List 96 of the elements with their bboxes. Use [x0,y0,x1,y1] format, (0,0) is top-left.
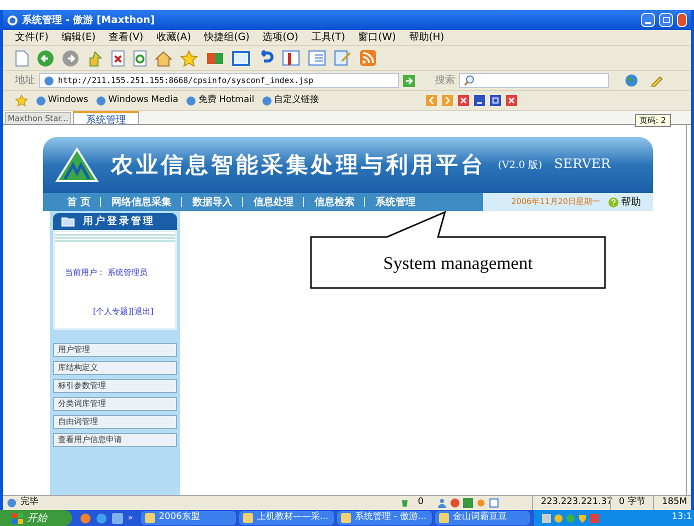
tray-icon [590,514,599,522]
next-icon[interactable] [442,95,453,106]
nav-link[interactable]: 系统管理 [375,194,416,210]
status-count: 0 [418,496,425,510]
menu-item[interactable]: 工具(T) [311,30,346,45]
panel-link[interactable]: [退出] [131,306,154,318]
columns-icon[interactable] [282,50,300,66]
callout-text: System management [383,252,533,275]
back-icon[interactable] [37,50,54,66]
version-label: (V2.0 版) [498,158,542,172]
page-icon [96,96,106,106]
address-field[interactable]: http://211.155.251.155:8668/cpsinfo/sysconf_index.jsp [39,73,399,88]
rss-icon[interactable] [360,50,376,66]
refresh-icon[interactable] [133,50,147,66]
taskbar-button[interactable]: 2006东盟 [140,511,236,525]
more-button[interactable]: » [128,512,133,524]
close-button[interactable] [677,13,687,27]
person-icon [436,498,447,508]
date-text: 2006年11月20日星期一 [511,196,600,208]
sidebar-item[interactable]: 标引参数管理 [53,379,177,393]
pencil-icon[interactable] [650,74,663,87]
folder-icon [61,216,75,227]
taskbar-button[interactable]: 上机教材——采... [238,511,334,525]
app-icon [438,513,449,523]
menu-item[interactable]: 文件(F) [15,30,49,45]
menu-item[interactable]: 编辑(E) [62,30,96,45]
panel-link[interactable]: [个人专题] [93,306,132,318]
platform-title: 农业信息智能采集处理与利用平台 [111,152,486,180]
taskbar-button[interactable]: 金山词霸豆豆 [434,511,530,525]
window-title: 系统管理 - 傲游 [Maxthon] [22,14,155,28]
nav-link[interactable]: 首 页 [67,194,90,210]
new-page-icon[interactable] [15,50,29,66]
tab[interactable]: 系统管理 [73,111,139,124]
help-icon [608,196,619,208]
taskbar-button[interactable]: 系统管理 - 傲游... [336,511,432,525]
forward-icon[interactable] [62,50,79,66]
tab[interactable]: Maxthon Star... [5,112,71,124]
page-icon [262,96,272,106]
go-icon[interactable] [403,74,415,86]
favorite-link[interactable]: 免费 Hotmail [186,94,254,108]
browser-logo-icon [7,14,18,26]
app-icon [144,513,155,523]
minimize-icon[interactable] [474,95,485,106]
search-field[interactable] [459,73,609,88]
address-label: 地址 [15,74,35,88]
menu-item[interactable]: 收藏(A) [156,30,191,45]
window-icon[interactable] [232,50,250,66]
up-arrow-icon[interactable] [87,50,103,66]
sidebar-item[interactable]: 用户管理 [53,343,177,357]
page-status-icon [7,498,16,508]
home-icon[interactable] [155,50,172,66]
help-link[interactable]: 帮助 [608,194,641,210]
globe-icon[interactable] [625,74,638,87]
star-icon[interactable] [180,50,198,66]
menu-item[interactable]: 快捷组(G) [204,30,250,45]
app-icon [242,513,253,523]
windows-logo-icon [12,512,23,524]
edit-icon[interactable] [334,50,352,66]
panel-title: 用户登录管理 [83,214,155,229]
tooltip: 页码: 2 [634,114,671,127]
nav-link[interactable]: 信息处理 [253,194,294,210]
menu-item[interactable]: 选项(O) [262,30,298,45]
nav-link[interactable]: 网络信息采集 [111,194,172,210]
menu-item[interactable]: 查看(V) [108,30,144,45]
favorite-link[interactable]: 自定义链接 [262,94,320,108]
start-button[interactable]: 开始 [0,510,72,526]
list-icon[interactable] [308,50,326,66]
star-icon[interactable] [15,94,28,107]
close-tab-icon[interactable] [458,95,469,106]
sidebar-item[interactable]: 自由词管理 [53,415,177,429]
menu-item[interactable]: 窗口(W) [358,30,396,45]
sidebar-item[interactable]: 查看用户信息申请 [53,433,177,447]
shield-icon [578,514,587,522]
nav-link[interactable]: 信息检索 [314,194,354,210]
screen-icon [488,498,499,508]
logo-icon [55,147,99,183]
restore-icon[interactable] [490,95,501,106]
favorite-link[interactable]: Windows Media [96,94,178,108]
favorite-link[interactable]: Windows [36,94,88,108]
sidebar-item[interactable]: 分类词库管理 [53,397,177,411]
edition-label: SERVER [554,156,610,174]
minimize-button[interactable] [641,13,655,27]
stop-icon[interactable] [111,50,125,66]
previous-icon[interactable] [426,95,437,106]
app-icon [340,513,351,523]
status-text: 完毕 [20,496,40,510]
search-icon [464,75,475,86]
menu-item[interactable]: 帮助(H) [408,30,444,45]
page-icon [186,96,196,106]
nav-link[interactable]: 数据导入 [192,194,232,210]
clock: 13:1 [672,511,693,524]
close-icon[interactable] [506,95,517,106]
sidebar-item[interactable]: 库结构定义 [53,361,177,375]
restore-button[interactable] [659,13,673,27]
search-label: 搜索 [435,74,455,88]
current-user-text: 当前用户： 系统管理员 [64,267,149,279]
